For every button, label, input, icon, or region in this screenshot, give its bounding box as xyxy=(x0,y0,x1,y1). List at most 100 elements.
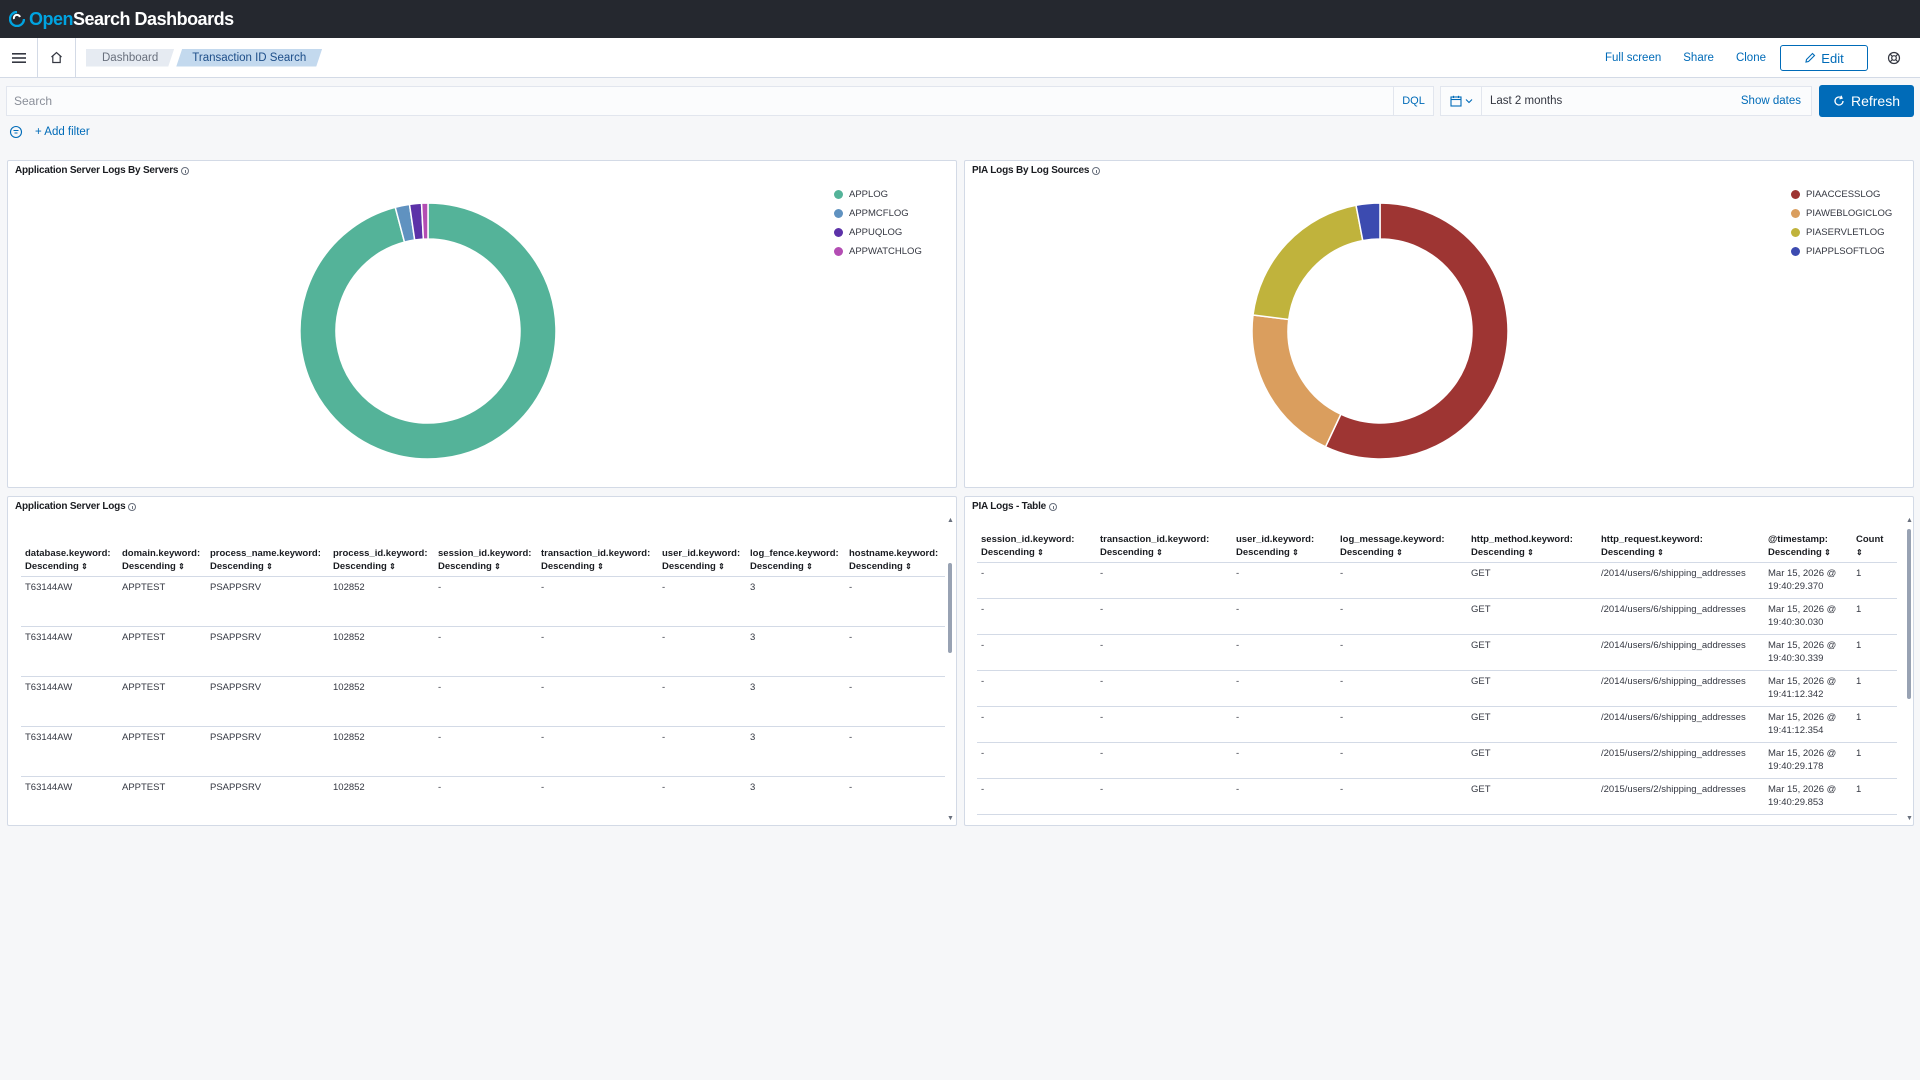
panel-app-server-table: Application Server Logs database.keyword… xyxy=(7,496,957,826)
info-icon[interactable] xyxy=(128,502,137,511)
legend-item-piaaccesslog[interactable]: PIAACCESSLOG xyxy=(1791,185,1892,204)
column-header[interactable]: user_id.keyword: Descending ⇕ xyxy=(658,545,746,577)
table-scrollbar[interactable] xyxy=(948,563,952,653)
column-header[interactable]: Count ⇕ xyxy=(1852,531,1897,563)
scroll-down-arrow-icon[interactable]: ▼ xyxy=(1906,815,1913,822)
legend-item-label: APPMCFLOG xyxy=(849,208,909,219)
menu-button[interactable] xyxy=(0,37,38,78)
show-dates-button[interactable]: Show dates xyxy=(1741,95,1801,107)
quick-date-menu-button[interactable] xyxy=(1440,86,1482,116)
breadcrumb-current: Transaction ID Search xyxy=(176,49,322,67)
sort-direction-label: Descending xyxy=(25,561,79,572)
legend-item-appuqlog[interactable]: APPUQLOG xyxy=(834,223,922,242)
column-header[interactable]: domain.keyword: Descending ⇕ xyxy=(118,545,206,577)
table-scrollbar[interactable] xyxy=(1907,529,1911,699)
sort-icon[interactable]: ⇕ xyxy=(595,562,604,571)
table-cell: Mar 15, 2026 @ 19:40:29.178 xyxy=(1764,742,1852,779)
table-cell-text: - xyxy=(1236,676,1240,687)
column-header-field: http_request.keyword: xyxy=(1601,534,1703,545)
table-cell: Mar 15, 2026 @ 19:41:12.354 xyxy=(1764,706,1852,743)
donut1-slice-appwatchlog[interactable] xyxy=(420,202,429,240)
column-header[interactable]: database.keyword: Descending ⇕ xyxy=(21,545,118,577)
scroll-up-arrow-icon[interactable]: ▲ xyxy=(947,517,954,524)
sort-icon[interactable]: ⇕ xyxy=(716,562,725,571)
info-icon[interactable] xyxy=(1049,502,1058,511)
table-row: T63144AW APPTEST PSAPPSRV 102852- - -3- xyxy=(21,576,945,627)
sort-icon[interactable]: ⇕ xyxy=(176,562,185,571)
info-icon[interactable] xyxy=(181,166,190,175)
table-cell: - xyxy=(845,776,945,825)
fullscreen-button[interactable]: Full screen xyxy=(1605,52,1661,64)
legend-item-piaservletlog[interactable]: PIASERVLETLOG xyxy=(1791,223,1892,242)
sort-icon[interactable]: ⇕ xyxy=(1856,548,1863,557)
column-header[interactable]: hostname.keyword: Descending ⇕ xyxy=(845,545,945,577)
table-cell: - xyxy=(1336,706,1467,743)
column-header[interactable]: user_id.keyword: Descending ⇕ xyxy=(1232,531,1336,563)
column-header[interactable]: @timestamp: Descending ⇕ xyxy=(1764,531,1852,563)
table-cell: - xyxy=(1232,562,1336,599)
sort-icon[interactable]: ⇕ xyxy=(492,562,501,571)
column-header[interactable]: transaction_id.keyword: Descending ⇕ xyxy=(537,545,658,577)
search-input[interactable]: Search xyxy=(6,86,1394,116)
sort-icon[interactable]: ⇕ xyxy=(1154,548,1163,557)
sort-icon[interactable]: ⇕ xyxy=(1655,548,1664,557)
column-header[interactable]: log_message.keyword: Descending ⇕ xyxy=(1336,531,1467,563)
sort-icon[interactable]: ⇕ xyxy=(264,562,273,571)
add-filter-button[interactable]: + Add filter xyxy=(35,126,90,138)
sort-icon[interactable]: ⇕ xyxy=(1035,548,1044,557)
legend-item-piapplsoftlog[interactable]: PIAPPLSOFTLOG xyxy=(1791,242,1892,261)
column-header[interactable]: http_request.keyword: Descending ⇕ xyxy=(1597,531,1764,563)
table-cell: 3 xyxy=(746,576,845,627)
donut1-slice-applog[interactable] xyxy=(299,202,557,460)
donut2-slice-piaservletlog[interactable] xyxy=(1252,204,1364,321)
legend-item-piaweblogiclog[interactable]: PIAWEBLOGICLOG xyxy=(1791,204,1892,223)
date-range-display[interactable]: Last 2 months Show dates xyxy=(1482,86,1812,116)
breadcrumb-dashboard[interactable]: Dashboard xyxy=(86,49,174,67)
table-cell-text: GET xyxy=(1471,568,1491,579)
clone-button[interactable]: Clone xyxy=(1736,52,1766,64)
home-button[interactable] xyxy=(38,37,76,78)
filter-bar: + Add filter xyxy=(9,124,90,140)
sort-direction-label: Descending xyxy=(1471,547,1525,558)
column-header[interactable]: transaction_id.keyword: Descending ⇕ xyxy=(1096,531,1232,563)
table-row: - - - - GET/2014/users/6/shipping_addresses M… xyxy=(977,598,1897,635)
donut2-slice-piaweblogiclog[interactable] xyxy=(1251,314,1342,448)
legend-item-appmcflog[interactable]: APPMCFLOG xyxy=(834,204,922,223)
sort-icon[interactable]: ⇕ xyxy=(1290,548,1299,557)
column-header[interactable]: http_method.keyword: Descending ⇕ xyxy=(1467,531,1597,563)
sort-icon[interactable]: ⇕ xyxy=(1822,548,1831,557)
donut-chart-app-server[interactable] xyxy=(278,181,578,481)
sort-icon[interactable]: ⇕ xyxy=(1394,548,1403,557)
sort-direction-label: Descending xyxy=(333,561,387,572)
filter-options-icon[interactable] xyxy=(9,125,23,139)
sort-icon[interactable]: ⇕ xyxy=(903,562,912,571)
scroll-down-arrow-icon[interactable]: ▼ xyxy=(947,815,954,822)
sort-icon[interactable]: ⇕ xyxy=(804,562,813,571)
legend-item-appwatchlog[interactable]: APPWATCHLOG xyxy=(834,242,922,261)
sort-icon[interactable]: ⇕ xyxy=(79,562,88,571)
help-button[interactable] xyxy=(1884,48,1904,68)
column-header[interactable]: log_fence.keyword: Descending ⇕ xyxy=(746,545,845,577)
opensearch-logo[interactable]: Open Search Dashboards xyxy=(9,9,234,30)
column-header[interactable]: session_id.keyword: Descending ⇕ xyxy=(977,531,1096,563)
sort-direction-label: Descending xyxy=(750,561,804,572)
table-cell: 1 xyxy=(1852,562,1897,599)
table-cell-text: 1 xyxy=(1856,784,1862,795)
info-icon[interactable] xyxy=(1092,166,1101,175)
donut-chart-pia[interactable] xyxy=(1230,181,1530,481)
refresh-button[interactable]: Refresh xyxy=(1819,85,1914,117)
legend-item-applog[interactable]: APPLOG xyxy=(834,185,922,204)
column-header[interactable]: session_id.keyword: Descending ⇕ xyxy=(434,545,537,577)
sort-icon[interactable]: ⇕ xyxy=(387,562,396,571)
sort-icon[interactable]: ⇕ xyxy=(1525,548,1534,557)
scroll-up-arrow-icon[interactable]: ▲ xyxy=(1906,517,1913,524)
column-header[interactable]: process_name.keyword: Descending ⇕ xyxy=(206,545,329,577)
panel-pia-table: PIA Logs - Table session_id.keyword: Desc… xyxy=(964,496,1914,826)
query-language-button[interactable]: DQL xyxy=(1394,86,1434,116)
panel-title: Application Server Logs xyxy=(15,501,137,512)
column-header[interactable]: process_id.keyword: Descending ⇕ xyxy=(329,545,434,577)
edit-button[interactable]: Edit xyxy=(1780,45,1868,71)
table-cell-text: 19:40:29.853 xyxy=(1768,797,1824,808)
share-button[interactable]: Share xyxy=(1683,52,1714,64)
table-header-row: database.keyword: Descending ⇕ domain.keyw… xyxy=(21,545,945,577)
